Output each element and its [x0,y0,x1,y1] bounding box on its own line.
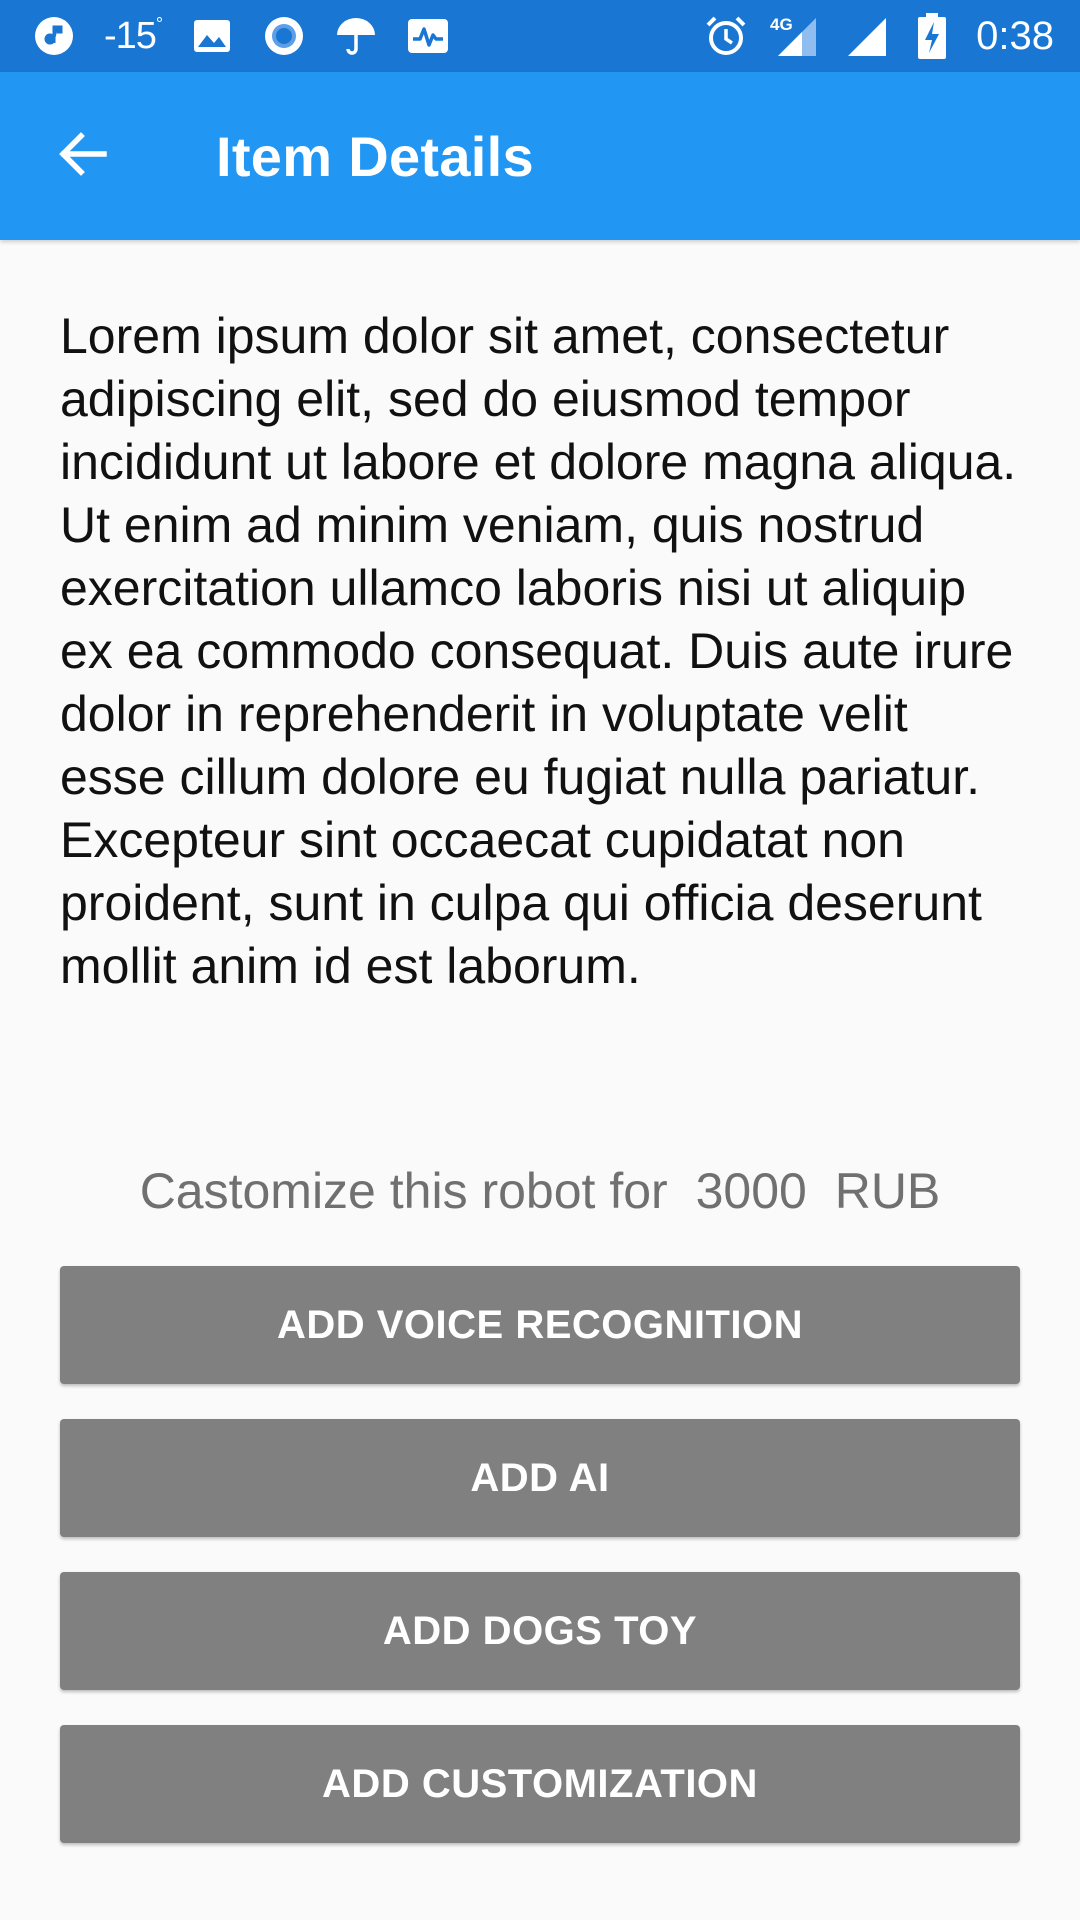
price-line: Castomize this robot for 3000 RUB [0,1162,1080,1220]
activity-icon [406,14,450,58]
add-voice-recognition-button[interactable]: ADD VOICE RECOGNITION [60,1266,1020,1384]
network-type: 4G [770,15,793,34]
status-left: -15° [32,14,478,58]
price-value: 3000 [695,1163,807,1219]
status-bar: -15° 4G 0:38 [0,0,1080,72]
add-dogs-toy-button[interactable]: ADD DOGS TOY [60,1572,1020,1690]
temperature: -15° [104,13,163,58]
clock: 0:38 [976,13,1054,58]
arrow-left-icon [54,126,110,187]
image-icon [190,14,234,58]
circle-icon [262,14,306,58]
page-title: Item Details [216,124,534,188]
status-right: 4G 0:38 [682,13,1054,59]
umbrella-icon [334,14,378,58]
content: Lorem ipsum dolor sit amet, consectetur … [60,305,1020,998]
add-ai-button[interactable]: ADD AI [60,1419,1020,1537]
price-currency: RUB [834,1163,941,1219]
temperature-value: -15 [104,14,157,57]
signal-icon: 4G [770,14,822,58]
music-icon [32,14,76,58]
customization-buttons: ADD VOICE RECOGNITION ADD AI ADD DOGS TO… [60,1266,1020,1878]
price-prefix: Castomize this robot for [139,1163,668,1219]
alarm-icon [704,14,748,58]
add-customization-button[interactable]: ADD CUSTOMIZATION [60,1725,1020,1843]
back-button[interactable] [40,114,124,198]
signal-icon [844,14,888,58]
battery-charging-icon [910,13,954,59]
app-bar: Item Details [0,72,1080,240]
temperature-unit: ° [155,13,163,34]
item-description: Lorem ipsum dolor sit amet, consectetur … [60,308,1017,994]
